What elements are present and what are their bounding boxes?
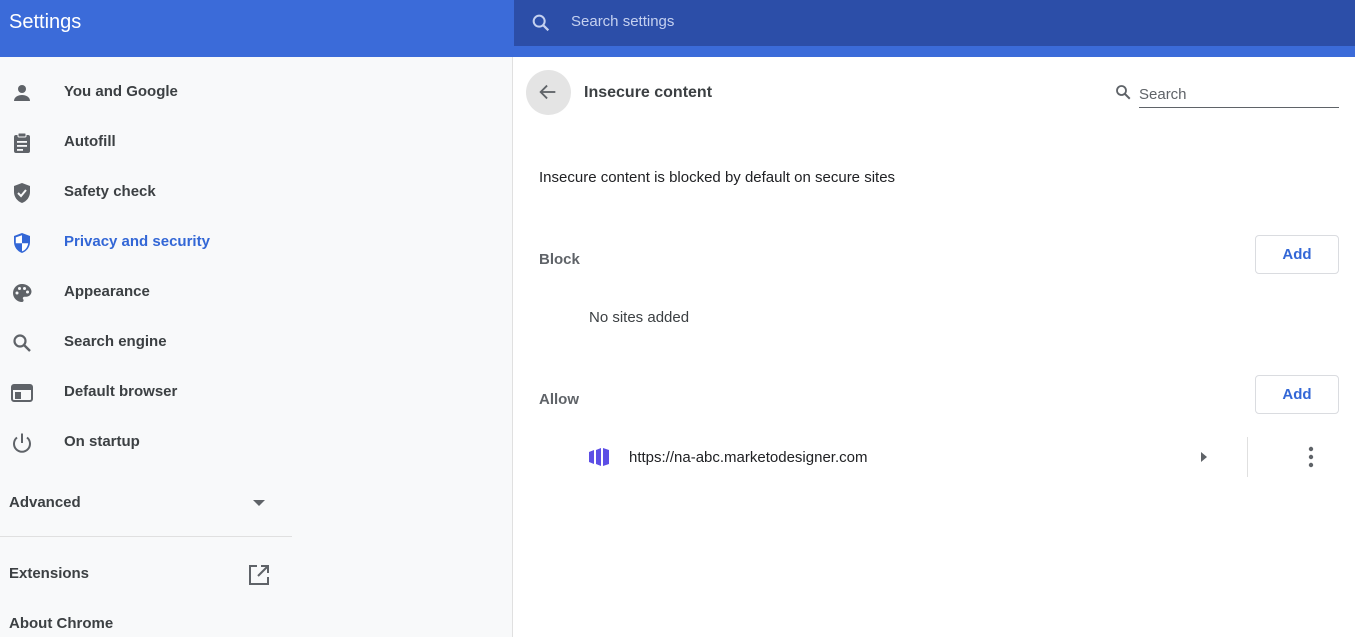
sidebar-item-label: Search engine [64,333,167,350]
shield-check-icon [14,183,30,203]
person-icon [14,85,30,101]
power-icon [13,433,31,453]
sidebar-item-default-browser[interactable]: Default browser [0,372,513,412]
allow-add-button[interactable]: Add [1255,375,1339,414]
sidebar-item-about-chrome[interactable]: About Chrome [0,603,290,637]
sidebar: You and Google Autofill Safety check Pri… [0,57,513,637]
palette-icon [13,284,32,302]
settings-search-bar[interactable]: Search settings [514,0,1355,46]
marketo-icon [589,448,609,466]
sidebar-divider [0,536,292,537]
site-url: https://na-abc.marketodesigner.com [629,449,868,466]
clipboard-icon [14,132,30,153]
extensions-label: Extensions [9,565,90,582]
row-separator [1247,437,1248,477]
block-section-label: Block [539,251,580,268]
about-chrome-label: About Chrome [9,615,114,632]
chevron-down-icon [253,500,265,506]
subpage-search[interactable] [1114,81,1340,109]
arrow-back-icon [539,84,556,100]
block-empty-text: No sites added [589,309,690,326]
sidebar-item-label: On startup [64,433,140,450]
app-header: Settings Search settings [0,0,1355,57]
shield-icon [14,233,30,253]
sidebar-item-label: Appearance [64,283,150,300]
search-icon [1116,85,1131,100]
block-add-button[interactable]: Add [1255,235,1339,274]
sidebar-item-label: Privacy and security [64,233,210,250]
arrow-right-icon[interactable] [1201,452,1207,462]
search-icon [532,14,550,32]
page-title: Insecure content [584,84,713,101]
sidebar-item-you-and-google[interactable]: You and Google [0,72,513,112]
advanced-label: Advanced [9,494,81,511]
sidebar-item-label: Default browser [64,383,178,400]
allow-section-label: Allow [539,391,579,408]
sidebar-item-search-engine[interactable]: Search engine [0,322,513,362]
app-title: Settings [9,11,82,33]
sidebar-advanced-toggle[interactable]: Advanced [0,482,290,522]
more-vert-icon[interactable] [1301,444,1321,470]
sidebar-item-label: Safety check [64,183,156,200]
sidebar-item-label: Autofill [64,133,116,150]
browser-icon [11,384,33,402]
sidebar-item-autofill[interactable]: Autofill [0,122,513,162]
subpage-search-input[interactable] [1139,81,1339,108]
sidebar-item-label: You and Google [64,83,178,100]
insecure-content-description: Insecure content is blocked by default o… [539,169,896,186]
back-button[interactable] [526,70,571,115]
sidebar-item-privacy-and-security[interactable]: Privacy and security [0,222,513,262]
sidebar-item-on-startup[interactable]: On startup [0,422,513,462]
open-in-new-icon [249,565,269,585]
site-list-item[interactable]: https://na-abc.marketodesigner.com [539,435,1339,479]
main-content: Insecure content Insecure content is blo… [514,57,1355,637]
sidebar-item-extensions[interactable]: Extensions [0,553,290,593]
search-icon [13,334,31,352]
settings-search-input[interactable]: Search settings [571,13,674,30]
sidebar-item-appearance[interactable]: Appearance [0,272,513,312]
sidebar-item-safety-check[interactable]: Safety check [0,172,513,212]
